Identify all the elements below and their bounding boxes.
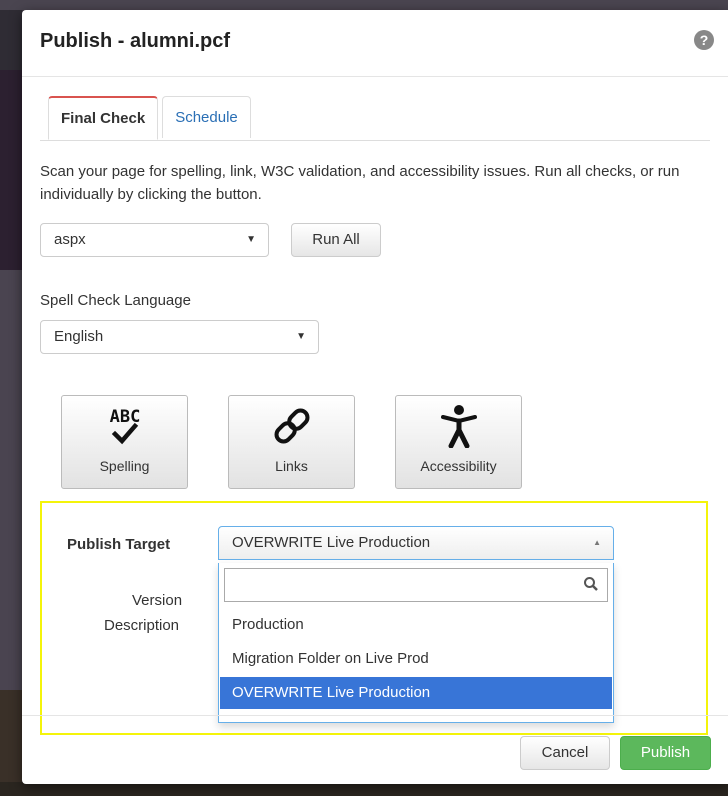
run-all-button[interactable]: Run All [291,223,381,257]
spellcheck-abc-icon: ABC [62,404,187,448]
version-label: Version [132,592,183,609]
chevron-up-icon: ▲ [593,538,601,547]
final-check-description: Scan your page for spelling, link, W3C v… [40,163,680,203]
footer-divider [22,715,728,716]
dropdown-option-selected[interactable]: OVERWRITE Live Production [220,677,612,709]
doctype-select-value: aspx [54,231,86,248]
publish-target-value: OVERWRITE Live Production [232,534,431,551]
accessibility-check-button[interactable]: Accessibility [395,395,522,489]
tab-final-check[interactable]: Final Check [48,96,159,140]
question-circle-icon[interactable]: ? [694,30,714,50]
background-page-bottom [0,782,728,796]
accessibility-label: Accessibility [420,458,497,474]
spelling-check-button[interactable]: ABC Spelling [61,395,188,489]
link-icon [229,404,354,448]
chevron-down-icon: ▼ [246,234,256,245]
accessibility-icon [396,404,521,449]
dropdown-search-input[interactable] [224,568,608,602]
publish-target-dropdown: Production Migration Folder on Live Prod… [218,563,614,723]
dropdown-option[interactable]: Production [220,609,612,641]
background-page-strip [0,10,22,70]
doctype-select[interactable]: aspx ▼ [40,223,269,257]
tab-divider [40,140,710,141]
tab-schedule[interactable]: Schedule [162,96,251,138]
dropdown-option[interactable]: Migration Folder on Live Prod [220,643,612,675]
background-page-strip [0,270,22,690]
publish-dialog: Publish - alumni.pcf ? Final Check Sched… [22,10,728,784]
cancel-button[interactable]: Cancel [520,736,610,770]
chevron-down-icon: ▼ [296,331,306,342]
links-label: Links [275,458,308,474]
spell-language-label: Spell Check Language [40,292,191,309]
background-page-top [0,0,728,10]
spell-language-value: English [54,328,104,345]
links-check-button[interactable]: Links [228,395,355,489]
publish-target-label: Publish Target [67,536,171,553]
spell-language-select[interactable]: English ▼ [40,320,319,354]
dialog-header: Publish - alumni.pcf ? [22,10,728,77]
background-page-strip [0,690,22,796]
description-label: Description [104,617,180,634]
search-icon [584,577,598,591]
background-page-strip [0,70,22,270]
publish-target-select[interactable]: OVERWRITE Live Production ▲ [218,526,614,560]
tab-bar: Final Check Schedule [48,96,251,140]
publish-button[interactable]: Publish [620,736,711,770]
spelling-label: Spelling [99,458,150,474]
dialog-title: Publish - alumni.pcf [40,30,231,52]
